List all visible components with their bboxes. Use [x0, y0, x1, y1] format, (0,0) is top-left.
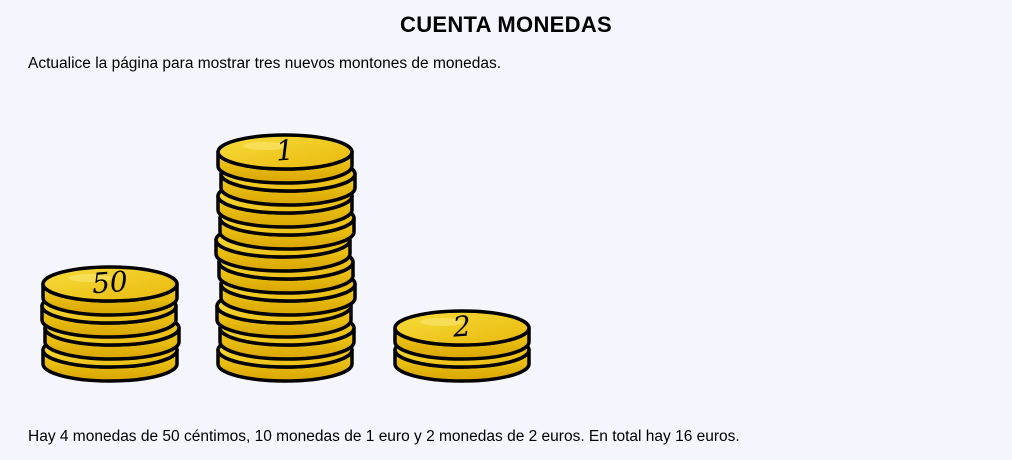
coin-denomination-label: 50	[91, 265, 129, 300]
coin-denomination-label: 1	[275, 133, 295, 167]
coin-stack: 50	[40, 265, 181, 383]
coin-stack: 1	[214, 133, 357, 383]
coin-stacks: 50 1 2	[40, 133, 531, 383]
summary-text: Hay 4 monedas de 50 céntimos, 10 monedas…	[28, 428, 740, 445]
coin-stack: 2	[393, 309, 531, 383]
coin-denomination-label: 2	[451, 309, 472, 343]
